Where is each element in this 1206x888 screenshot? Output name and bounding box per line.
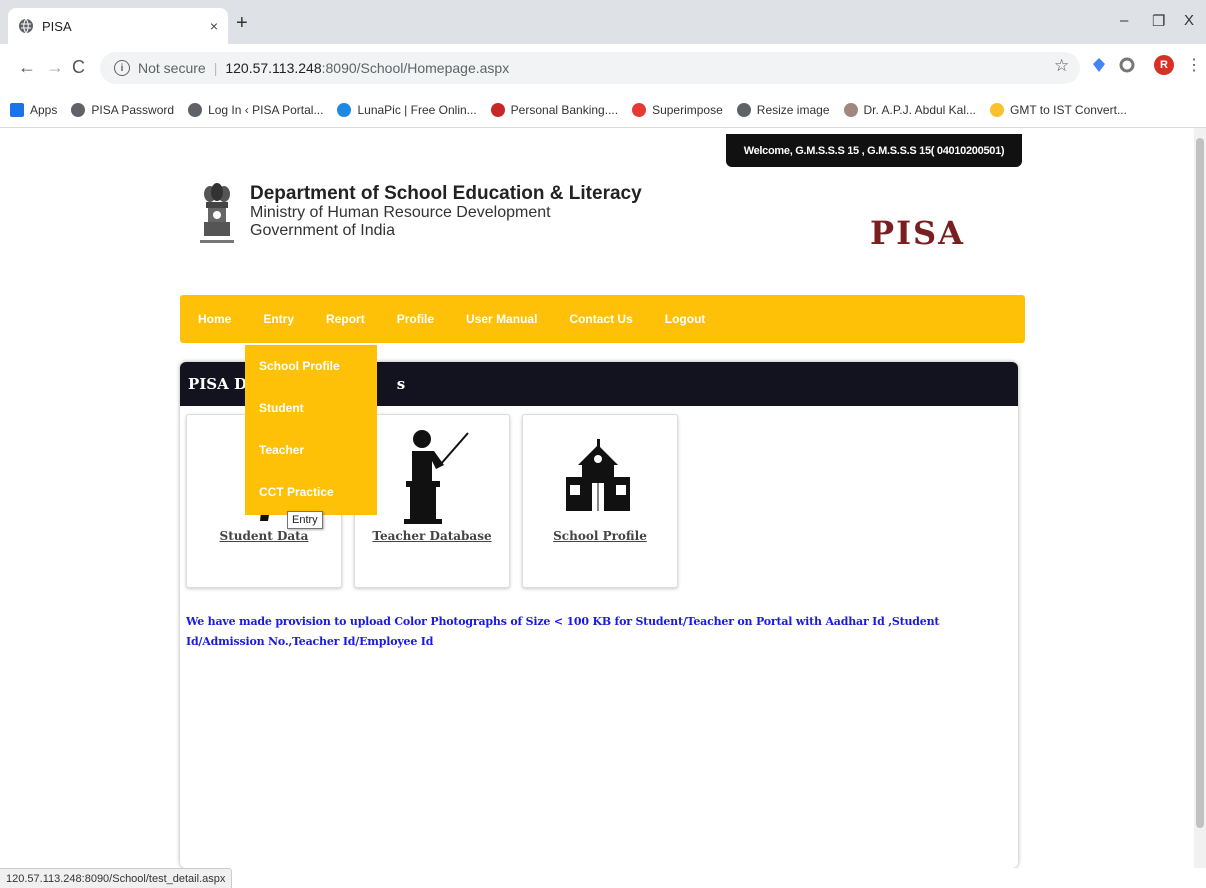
national-emblem-icon — [200, 183, 234, 243]
apps-icon — [10, 102, 24, 117]
bookmark-label: PISA Password — [91, 102, 175, 117]
bookmark-label: Resize image — [756, 102, 830, 117]
dropdown-teacher[interactable]: Teacher — [245, 429, 377, 471]
nav-home[interactable]: Home — [198, 312, 231, 326]
back-icon[interactable]: ← — [18, 58, 36, 76]
browser-tab[interactable]: PISA × — [8, 8, 228, 44]
entry-tooltip: Entry — [287, 511, 323, 529]
portrait-icon — [843, 102, 858, 117]
ministry-title: Ministry of Human Resource Development — [250, 204, 551, 221]
forward-icon[interactable]: → — [46, 58, 64, 76]
school-building-icon — [523, 415, 677, 525]
dropdown-school-profile[interactable]: School Profile — [245, 345, 377, 387]
department-title: Department of School Education & Literac… — [250, 183, 642, 204]
close-window-icon[interactable]: X — [1184, 12, 1194, 29]
teacher-icon — [355, 415, 509, 525]
lunapic-icon — [337, 102, 352, 117]
bookmark-item[interactable]: LunaPic | Free Onlin... — [337, 102, 477, 117]
bookmark-item[interactable]: Personal Banking.... — [490, 102, 619, 117]
security-label: Not secure — [138, 60, 206, 76]
school-profile-link[interactable]: School Profile — [523, 529, 677, 543]
teacher-database-link[interactable]: Teacher Database — [355, 529, 509, 543]
bank-icon — [490, 102, 505, 117]
dropdown-cct-practice[interactable]: CCT Practice — [245, 471, 377, 513]
globe-icon — [71, 102, 86, 117]
new-tab-button[interactable]: + — [236, 13, 248, 33]
panel-title-right: s — [396, 375, 406, 393]
status-url: 120.57.113.248:8090/School/test_detail.a… — [0, 868, 233, 888]
restore-icon[interactable]: ❐ — [1152, 12, 1165, 30]
nav-profile[interactable]: Profile — [397, 312, 434, 326]
entry-dropdown: School Profile Student Teacher CCT Pract… — [245, 345, 377, 515]
info-icon[interactable]: i — [114, 60, 130, 76]
address-bar[interactable]: i Not secure | 120.57.113.248 :8090/Scho… — [100, 52, 1080, 84]
browser-toolbar: ← → C i Not secure | 120.57.113.248 :809… — [0, 44, 1206, 92]
bookmark-item[interactable]: Resize image — [736, 102, 830, 117]
government-title: Government of India — [250, 222, 395, 239]
url-host: 120.57.113.248 — [225, 60, 322, 76]
minimize-icon[interactable]: – — [1120, 12, 1128, 29]
tab-title: PISA — [42, 18, 72, 34]
bookmark-label: Dr. A.P.J. Abdul Kal... — [863, 102, 977, 117]
bookmark-label: LunaPic | Free Onlin... — [357, 102, 477, 117]
department-heading: Department of School Education & Literac… — [250, 184, 642, 240]
chrome-icon — [990, 102, 1005, 117]
nav-contact-us[interactable]: Contact Us — [569, 312, 632, 326]
nav-logout[interactable]: Logout — [665, 312, 706, 326]
bookmark-item[interactable]: Log In ‹ PISA Portal... — [188, 102, 324, 117]
bookmarks-bar: Apps PISA Password Log In ‹ PISA Portal...… — [0, 92, 1206, 128]
teacher-database-card[interactable]: Teacher Database — [354, 414, 510, 588]
school-profile-card[interactable]: School Profile — [522, 414, 678, 588]
dropdown-student[interactable]: Student — [245, 387, 377, 429]
globe-icon — [736, 102, 751, 117]
bookmark-label: Apps — [30, 102, 58, 117]
photo-upload-notice: We have made provision to upload Color P… — [186, 615, 940, 648]
url-separator: | — [213, 60, 218, 76]
bookmark-item[interactable]: Dr. A.P.J. Abdul Kal... — [843, 102, 977, 117]
welcome-banner: Welcome, G.M.S.S.S 15 , G.M.S.S.S 15( 04… — [726, 134, 1022, 167]
bookmark-label: Superimpose — [652, 102, 723, 117]
extension-icon[interactable] — [1090, 56, 1108, 74]
bookmark-item[interactable]: Superimpose — [632, 102, 723, 117]
globe-icon — [188, 102, 203, 117]
bookmark-star-icon[interactable]: ☆ — [1054, 56, 1069, 76]
extension-circle-icon[interactable] — [1118, 56, 1136, 74]
superimpose-icon — [632, 102, 647, 117]
bookmark-item[interactable]: PISA Password — [71, 102, 175, 117]
pisa-logo: PISA — [870, 214, 965, 252]
bookmark-label: GMT to IST Convert... — [1010, 102, 1127, 117]
nav-user-manual[interactable]: User Manual — [466, 312, 537, 326]
student-database-link[interactable]: Student Data — [187, 529, 341, 543]
scrollbar-thumb[interactable] — [1196, 138, 1204, 828]
globe-icon — [19, 18, 33, 34]
bookmark-item[interactable]: GMT to IST Convert... — [990, 102, 1127, 117]
nav-report[interactable]: Report — [326, 312, 365, 326]
page-content: Welcome, G.M.S.S.S 15 , G.M.S.S.S 15( 04… — [0, 128, 1194, 868]
menu-kebab-icon[interactable]: ⋮ — [1186, 55, 1202, 75]
browser-tabstrip: PISA × + – ❐ X — [0, 0, 1206, 44]
url-path: :8090/School/Homepage.aspx — [321, 60, 510, 76]
bookmark-label: Log In ‹ PISA Portal... — [208, 102, 324, 117]
bookmark-item[interactable]: Apps — [10, 102, 58, 117]
nav-entry[interactable]: Entry — [263, 312, 294, 326]
profile-avatar[interactable]: R — [1154, 55, 1174, 75]
reload-icon[interactable]: C — [72, 58, 85, 76]
close-tab-icon[interactable]: × — [210, 18, 218, 34]
main-nav: Home Entry Report Profile User Manual Co… — [180, 295, 1025, 343]
page-scrollbar[interactable] — [1194, 128, 1206, 868]
bookmark-label: Personal Banking.... — [510, 102, 619, 117]
